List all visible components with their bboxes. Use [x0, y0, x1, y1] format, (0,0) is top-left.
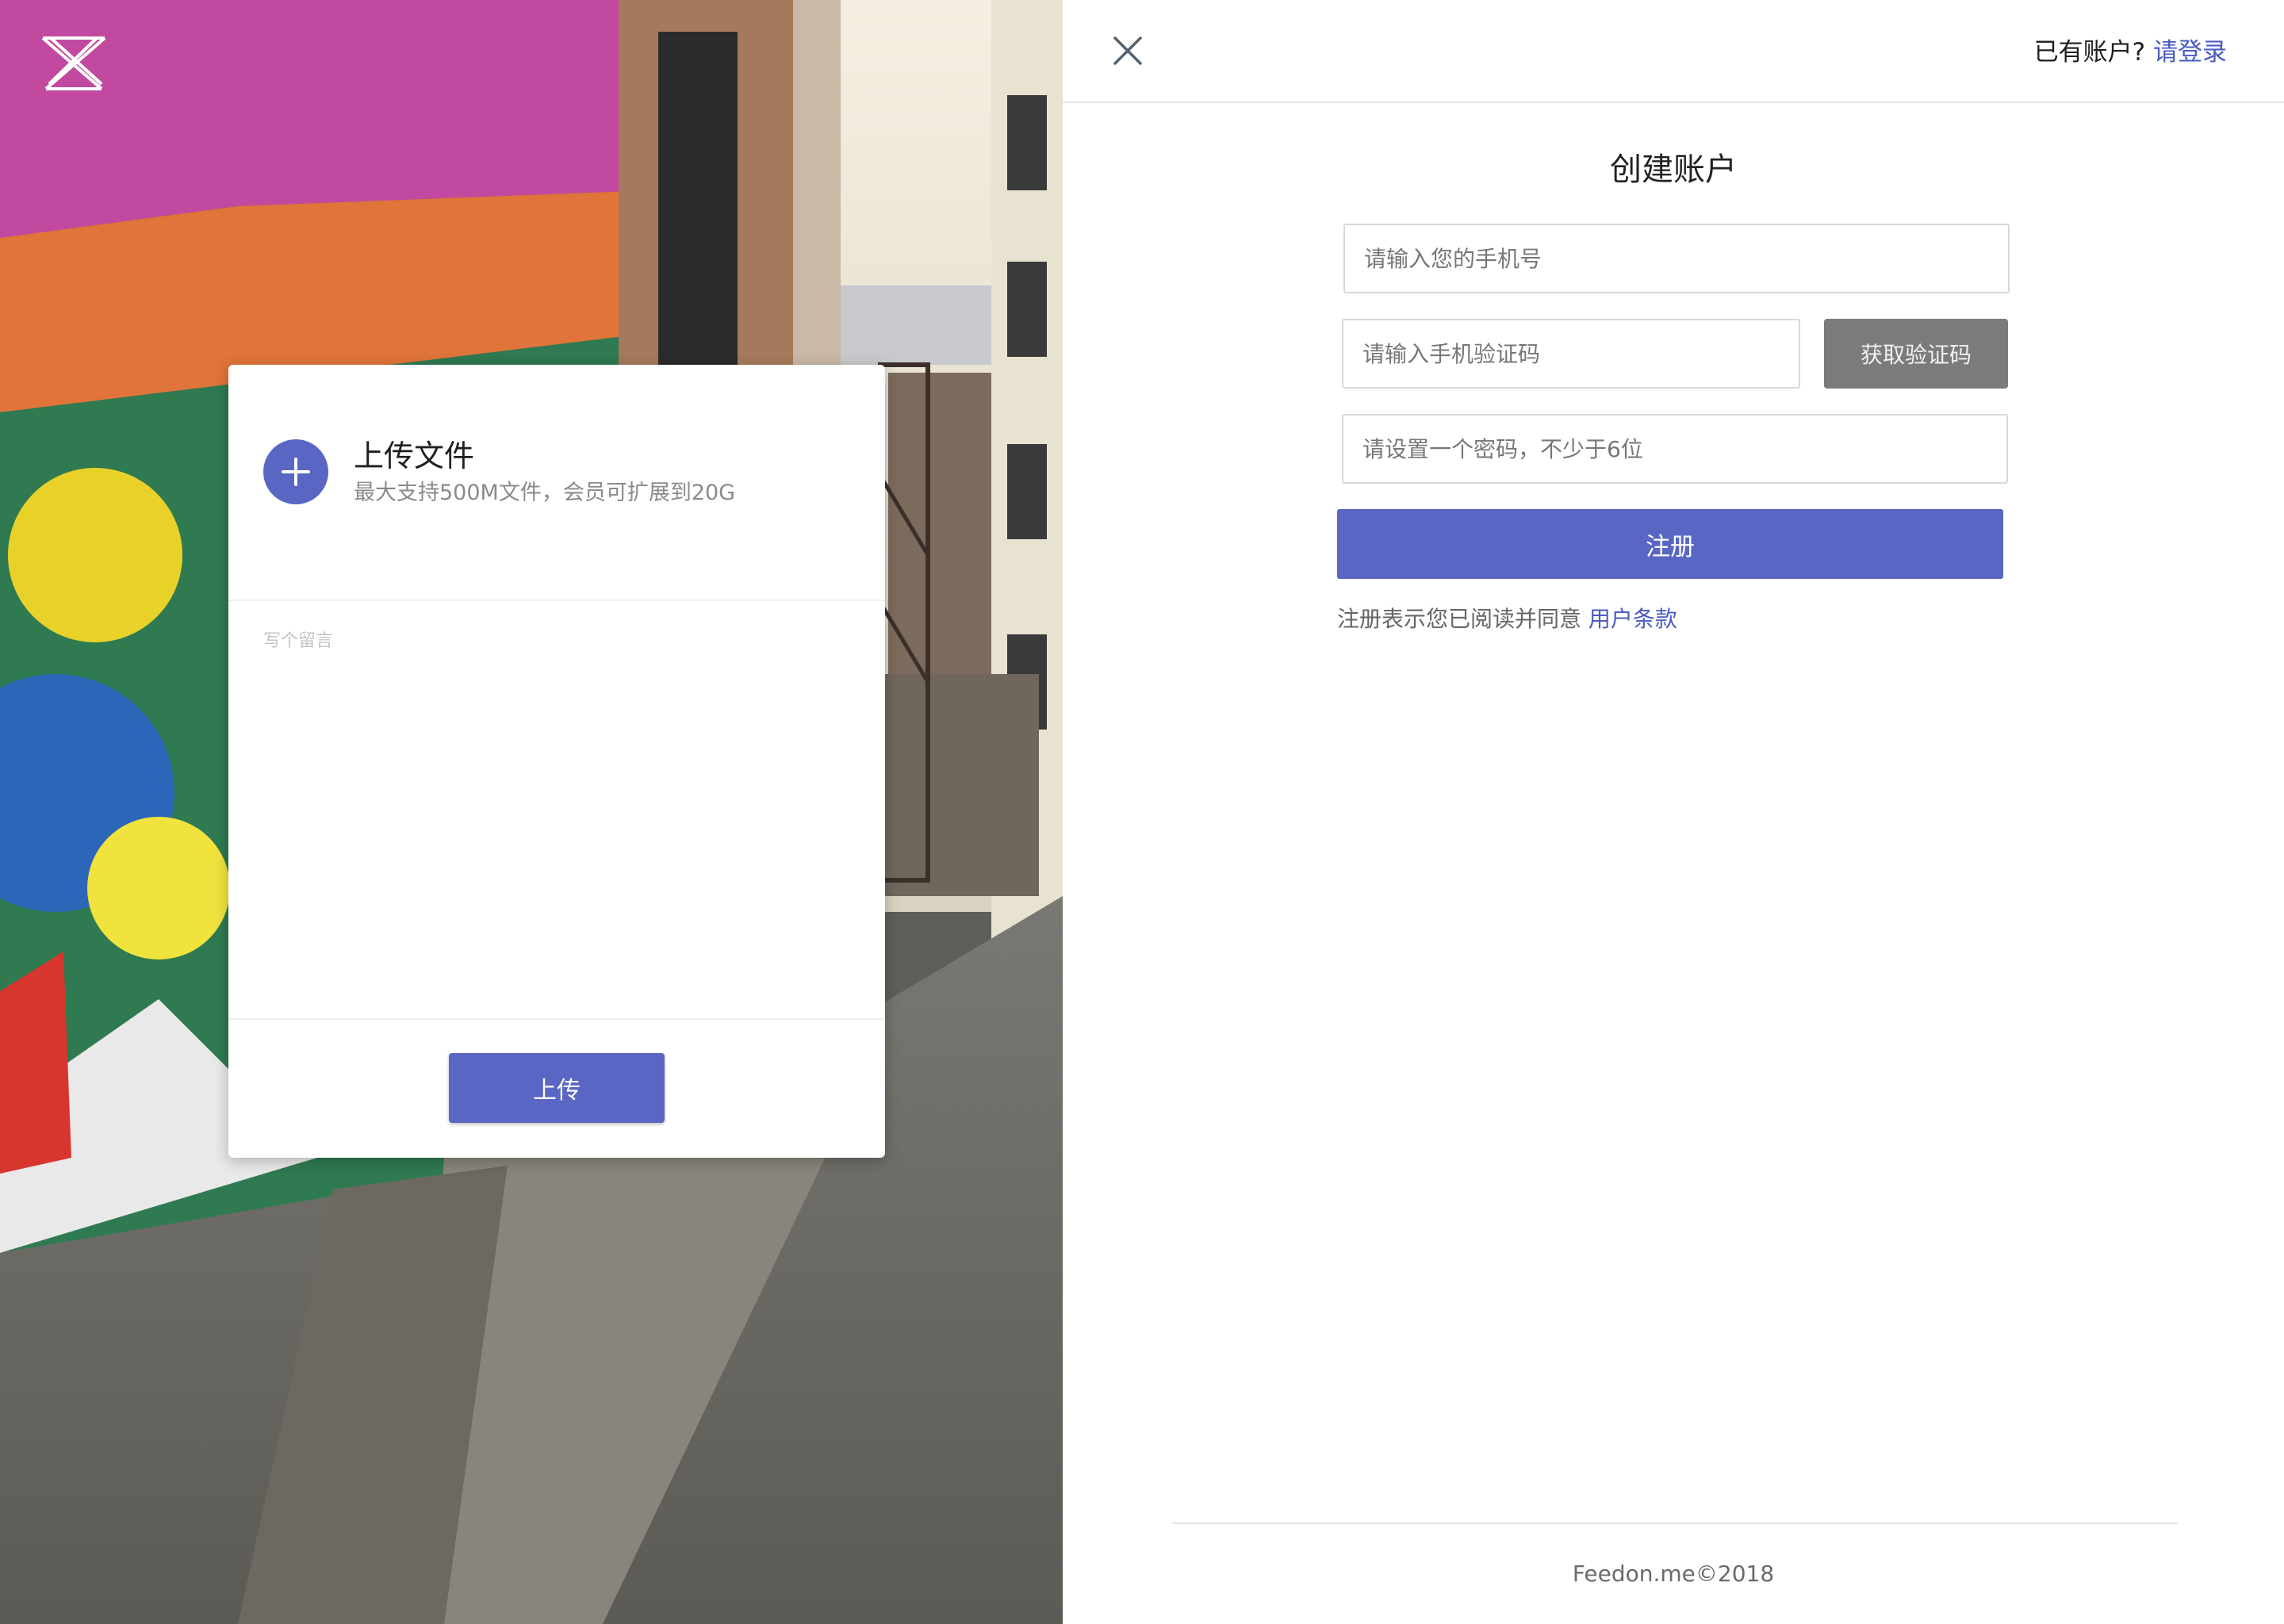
x-logo-icon[interactable] [40, 35, 108, 92]
add-file-button[interactable] [263, 439, 328, 504]
upload-header: 上传文件 最大支持500M文件，会员可扩展到20G [263, 436, 735, 509]
register-button[interactable]: 注册 [1337, 509, 2003, 579]
verification-code-input[interactable] [1342, 319, 1800, 389]
upload-subtitle: 最大支持500M文件，会员可扩展到20G [354, 481, 736, 505]
login-link[interactable]: 请登录 [2153, 38, 2227, 67]
top-bar: 已有账户? 请登录 [1063, 0, 2284, 103]
background-photo-panel: 上传文件 最大支持500M文件，会员可扩展到20G 上传 [0, 0, 1063, 1624]
terms-notice: 注册表示您已阅读并同意 用户条款 [1337, 603, 1677, 636]
login-hint: 已有账户? 请登录 [2034, 35, 2227, 70]
upload-card: 上传文件 最大支持500M文件，会员可扩展到20G 上传 [228, 365, 885, 1158]
page: 上传文件 最大支持500M文件，会员可扩展到20G 上传 已有账户? 请登录 创… [0, 0, 2284, 1624]
page-title: 创建账户 [1610, 151, 1737, 188]
divider [228, 599, 885, 601]
register-panel: 已有账户? 请登录 创建账户 获取验证码 注册 注册表示您已阅读并同意 用户条款… [1063, 0, 2284, 1624]
upload-title: 上传文件 [354, 439, 475, 473]
plus-icon [282, 458, 310, 486]
footer-divider [1172, 1522, 2178, 1524]
get-code-button[interactable]: 获取验证码 [1824, 319, 2008, 389]
upload-button[interactable]: 上传 [449, 1053, 665, 1123]
divider [228, 1018, 885, 1020]
footer-copyright: Feedon.me©2018 [1572, 1561, 1775, 1587]
password-input[interactable] [1342, 414, 2008, 484]
message-textarea[interactable] [263, 626, 850, 959]
terms-prefix: 注册表示您已阅读并同意 [1337, 606, 1582, 632]
terms-link[interactable]: 用户条款 [1588, 606, 1677, 632]
have-account-text: 已有账户? [2033, 38, 2146, 67]
phone-input[interactable] [1343, 224, 2010, 293]
close-icon[interactable] [1110, 33, 1145, 68]
upload-titles: 上传文件 最大支持500M文件，会员可扩展到20G [354, 436, 735, 509]
